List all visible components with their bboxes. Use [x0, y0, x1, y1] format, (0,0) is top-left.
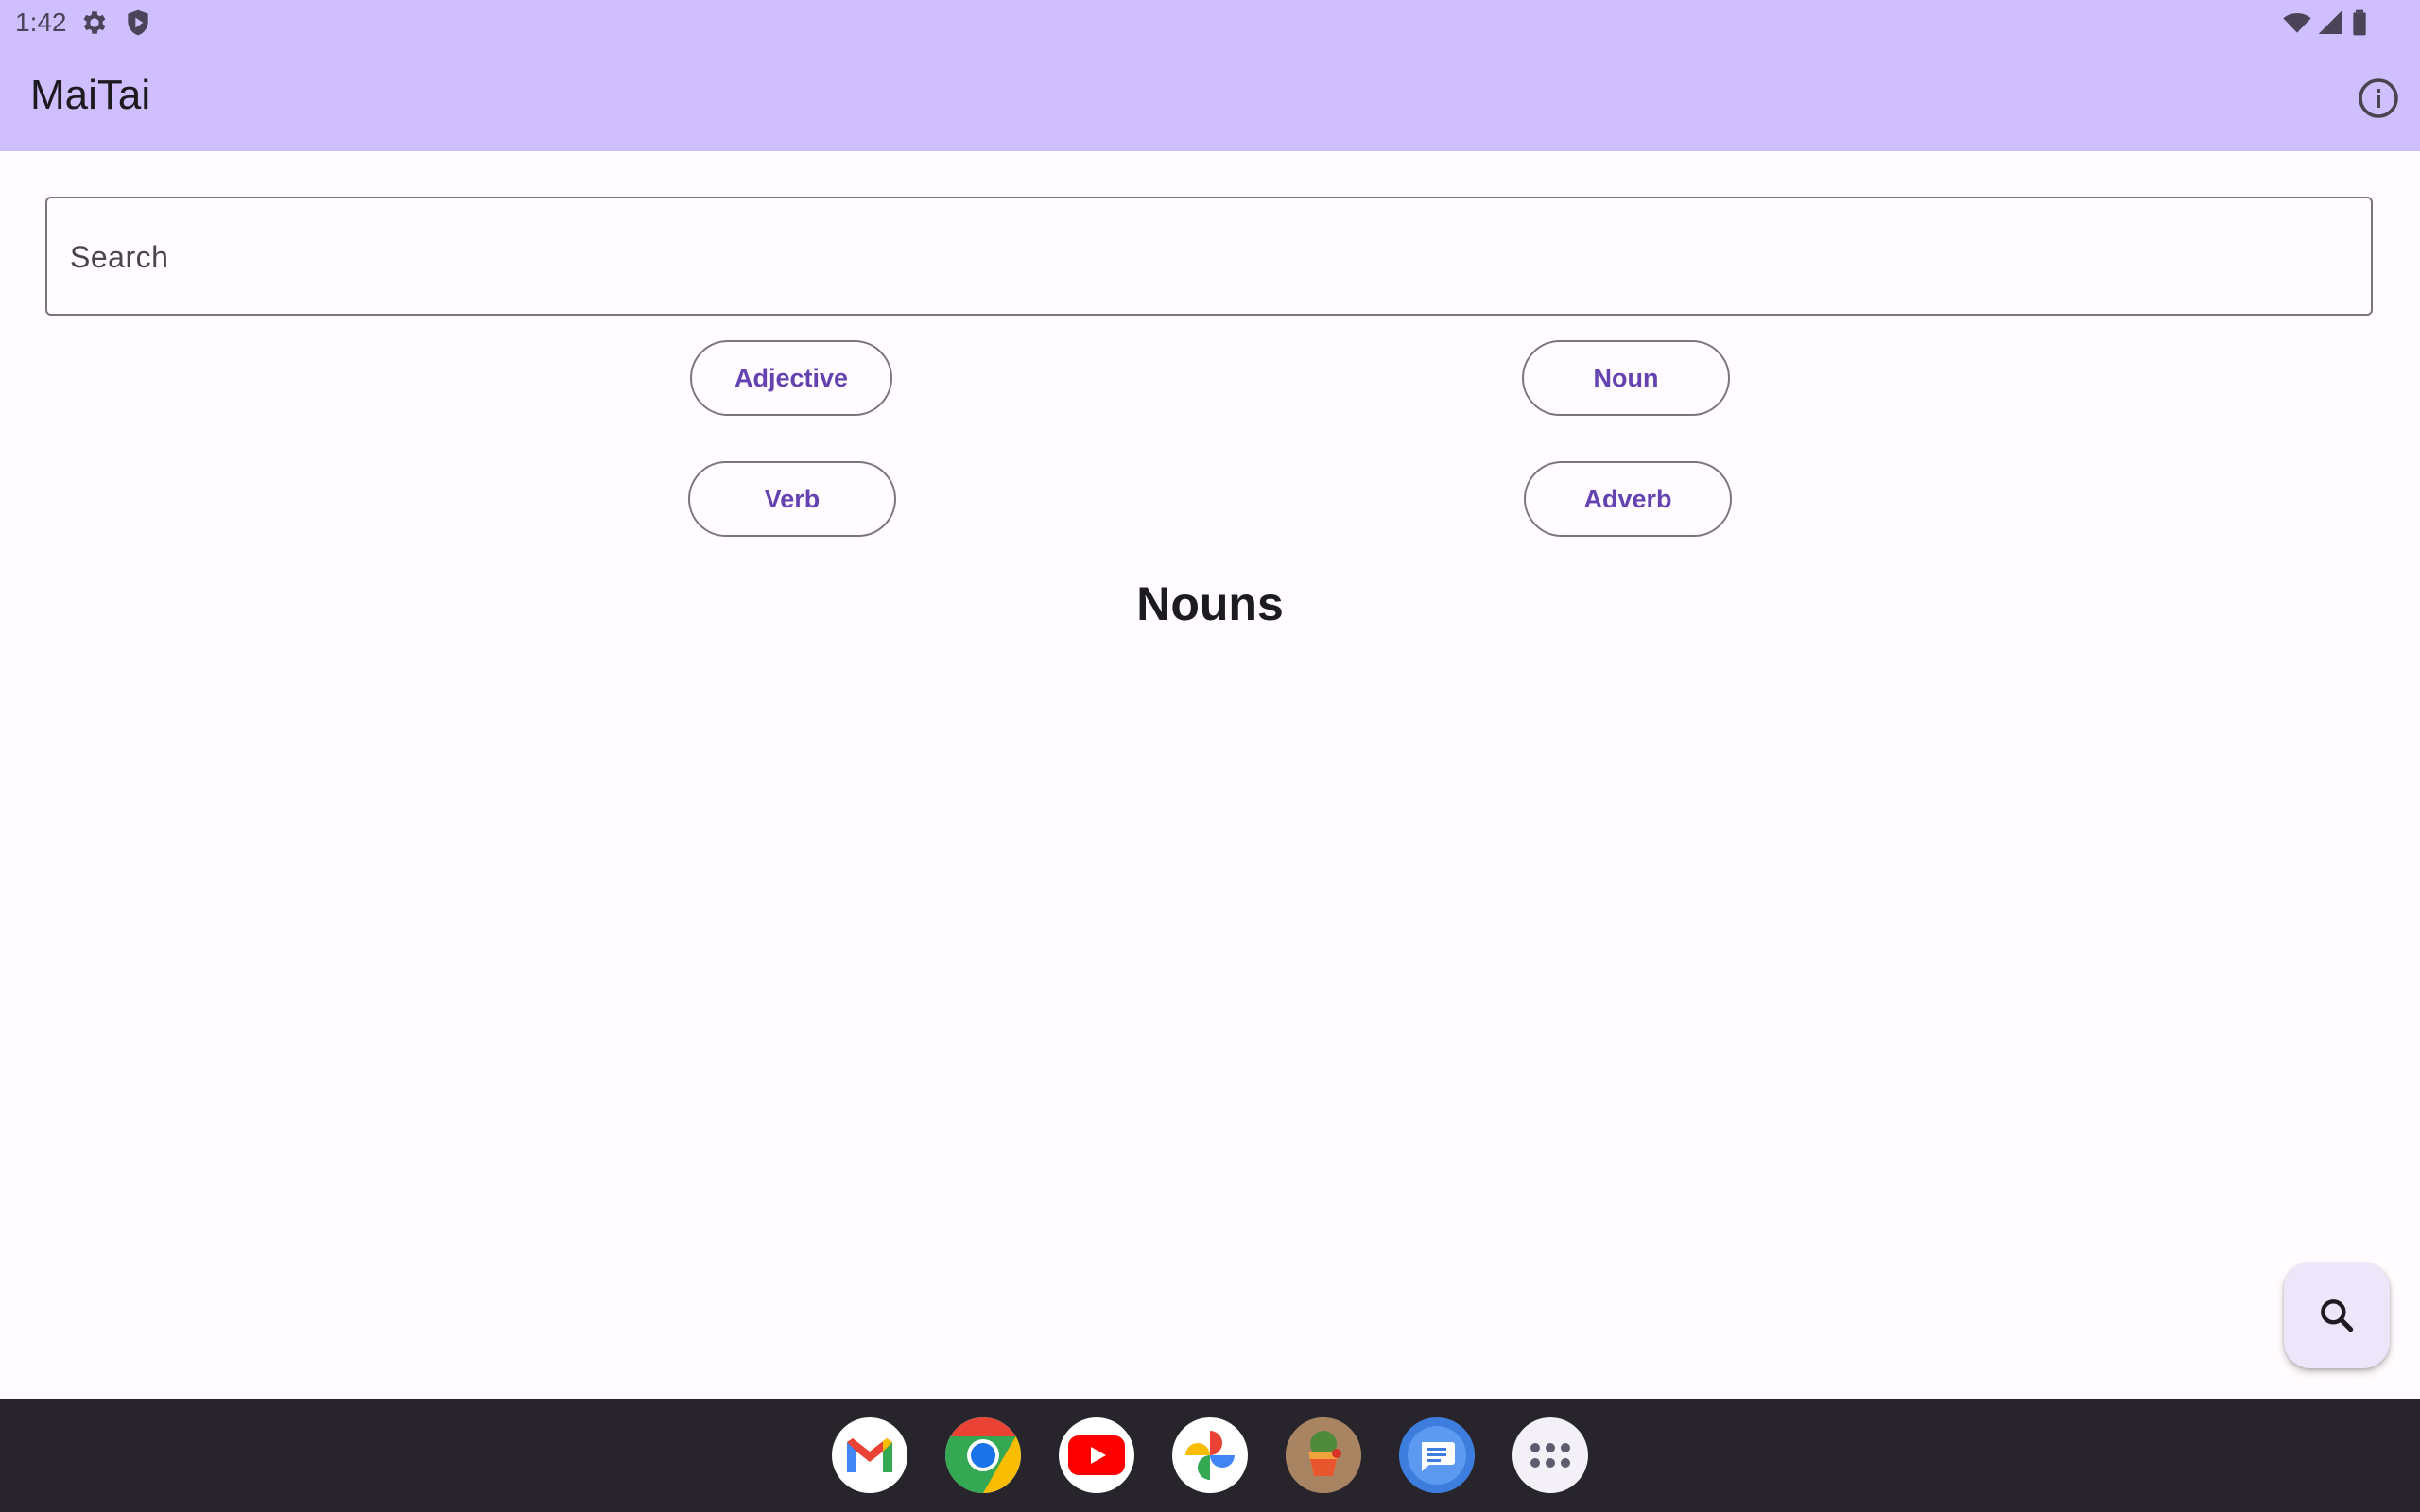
apps-grid-icon	[1530, 1441, 1571, 1469]
gmail-app[interactable]	[832, 1418, 908, 1493]
youtube-icon	[1068, 1435, 1125, 1475]
gmail-icon	[843, 1435, 896, 1476]
app-title: MaiTai	[30, 72, 151, 118]
maitai-app[interactable]	[1286, 1418, 1361, 1493]
taskbar	[0, 1399, 2420, 1512]
info-button[interactable]	[2348, 68, 2409, 129]
adjective-button[interactable]: Adjective	[690, 340, 892, 416]
noun-button[interactable]: Noun	[1522, 340, 1730, 416]
messages-app[interactable]	[1399, 1418, 1475, 1493]
chrome-app[interactable]	[945, 1418, 1021, 1493]
info-icon	[2356, 76, 2401, 121]
verb-button[interactable]: Verb	[688, 461, 896, 537]
search-icon	[2316, 1295, 2358, 1336]
search-fab[interactable]	[2284, 1263, 2390, 1368]
search-field[interactable]	[45, 197, 2373, 316]
status-time: 1:42	[15, 8, 67, 37]
play-protect-icon	[123, 8, 153, 38]
battery-icon	[2344, 8, 2375, 38]
section-heading: Nouns	[1136, 577, 1284, 630]
wifi-icon	[2282, 8, 2312, 38]
adverb-button[interactable]: Adverb	[1524, 461, 1732, 537]
cocktail-icon	[1286, 1418, 1361, 1493]
status-bar: 1:42	[0, 0, 2420, 45]
chrome-icon	[945, 1418, 1021, 1493]
search-input[interactable]	[68, 198, 2354, 316]
chat-bubble-icon	[1399, 1418, 1475, 1493]
app-bar: MaiTai	[0, 45, 2420, 151]
cell-signal-icon	[2316, 8, 2346, 38]
photos-app[interactable]	[1172, 1418, 1248, 1493]
gear-icon	[79, 8, 110, 38]
app-drawer-button[interactable]	[1512, 1418, 1588, 1493]
pinwheel-icon	[1182, 1427, 1238, 1484]
youtube-app[interactable]	[1059, 1418, 1134, 1493]
